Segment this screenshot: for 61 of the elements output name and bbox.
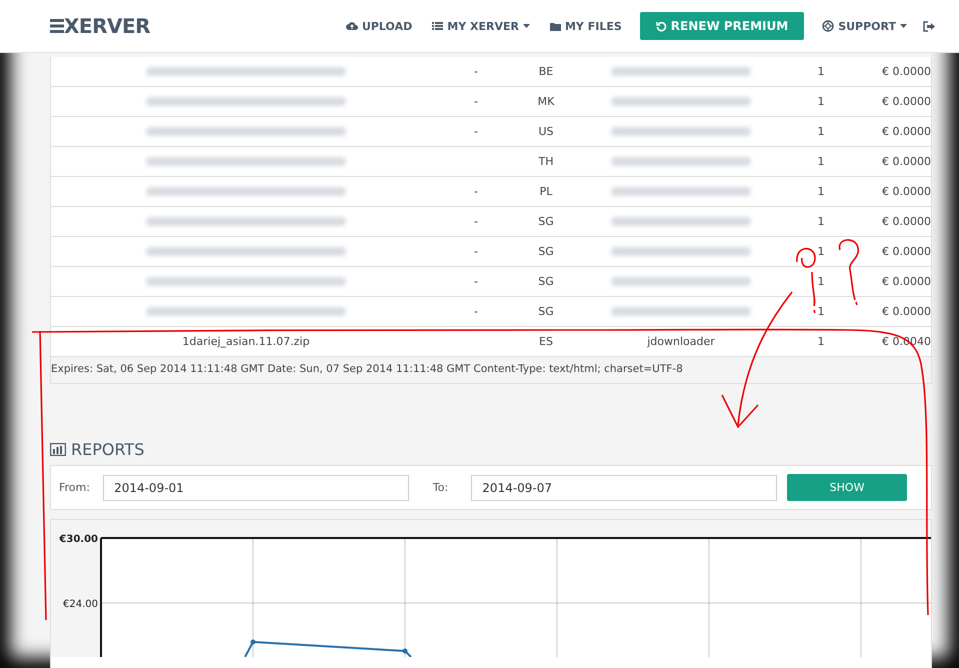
country-cell: TH: [538, 155, 554, 168]
table-cell: -: [474, 245, 478, 258]
amount-cell: € 0.0000: [882, 245, 931, 258]
lifebuoy-icon: [822, 20, 834, 32]
table-cell: -: [474, 95, 478, 108]
amount-cell: € 0.0000: [882, 275, 931, 288]
amount-cell: € 0.0000: [882, 95, 931, 108]
bar-chart-icon: [50, 443, 66, 456]
count-cell: 1: [818, 185, 824, 198]
count-cell: 1: [818, 215, 824, 228]
country-cell: SG: [538, 215, 554, 228]
country-cell: US: [538, 125, 554, 138]
amount-cell: € 0.0000: [882, 305, 931, 318]
header-text: Expires: Sat, 06 Sep 2014 11:11:48 GMT Date: Sun, 07 Sep 2014 11:11:48 GMT Content-Type: text/html; charset=UTF-8: [51, 363, 683, 375]
country-cell: ES: [539, 335, 553, 348]
field-label: From:: [59, 481, 91, 494]
nav-link[interactable]: MY FILES: [542, 14, 630, 38]
field-label: To:: [432, 481, 450, 494]
count-cell: 1: [818, 65, 824, 78]
nav-link[interactable]: SUPPORT: [814, 14, 915, 38]
caret-icon: [522, 24, 530, 28]
nav-link[interactable]: UPLOAD: [338, 14, 420, 38]
country-cell: BE: [538, 65, 554, 78]
refresh-icon: [656, 20, 667, 32]
table-cell: -: [474, 275, 478, 288]
country-cell: SG: [538, 245, 554, 258]
count-cell: 1: [818, 95, 824, 108]
country-cell: SG: [538, 275, 554, 288]
server-stack-icon: [50, 18, 64, 34]
referrer-cell: jdownloader: [647, 335, 715, 348]
section-title: REPORTS: [71, 440, 144, 459]
amount-cell: € 0.0000: [882, 185, 931, 198]
table-cell: -: [474, 305, 478, 318]
table-cell: -: [474, 125, 478, 138]
amount-cell: € 0.0000: [882, 125, 931, 138]
amount-cell: € 0.0000: [882, 155, 931, 168]
table-cell: -: [474, 65, 478, 78]
country-cell: PL: [540, 185, 552, 198]
cloud-upload-icon: [346, 21, 358, 31]
count-cell: 1: [818, 245, 824, 258]
list-icon: [432, 21, 444, 31]
y-axis-label: €24.00: [63, 599, 98, 610]
table-cell: -: [474, 215, 478, 228]
y-axis-label: €30.00: [59, 534, 98, 545]
file-name-cell: 1dariej_asian.11.07.zip: [182, 335, 310, 348]
count-cell: 1: [818, 155, 824, 168]
country-cell: SG: [538, 305, 554, 318]
from-date-field[interactable]: 2014-09-01: [103, 474, 409, 500]
count-cell: 1: [818, 125, 824, 138]
table-cell: -: [474, 185, 478, 198]
count-cell: 1: [818, 305, 824, 318]
nav-link[interactable]: MY XERVER: [424, 14, 538, 38]
amount-cell: € 0.0000: [882, 215, 931, 228]
country-cell: MK: [538, 95, 554, 108]
logo-text[interactable]: XERVER: [64, 14, 150, 38]
count-cell: 1: [818, 275, 824, 288]
folder-icon: [550, 22, 561, 30]
caret-icon: [900, 24, 907, 28]
to-date-field[interactable]: 2014-09-07: [471, 474, 778, 500]
count-cell: 1: [818, 335, 824, 348]
amount-cell: € 0.0000: [882, 65, 931, 78]
